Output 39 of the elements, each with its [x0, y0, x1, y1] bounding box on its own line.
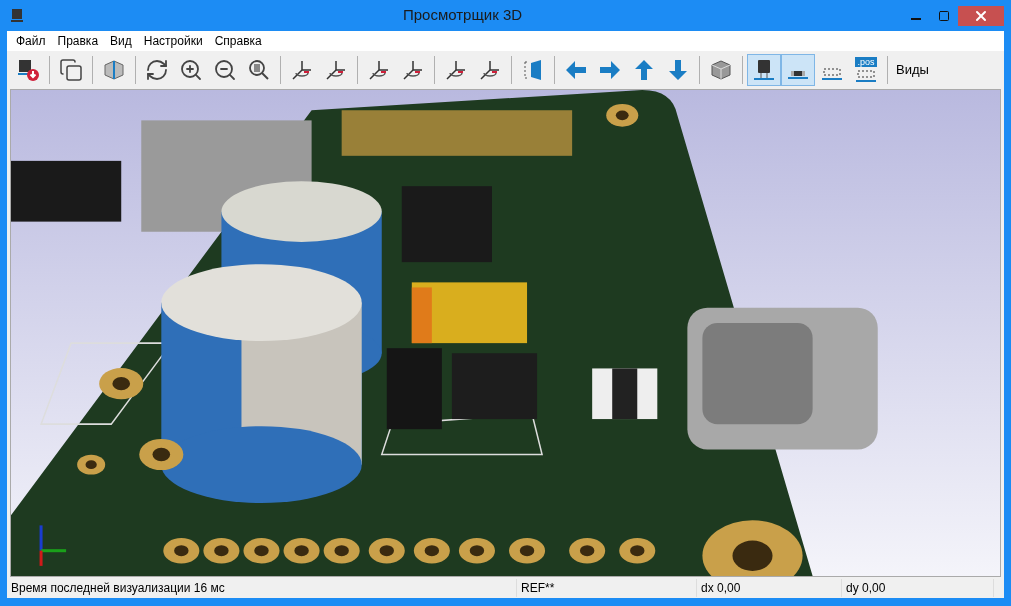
- zoom-out-icon: [213, 58, 237, 82]
- refresh-icon: [145, 58, 169, 82]
- copy-icon: [59, 58, 83, 82]
- status-field: Время последней визуализации 16 мс: [7, 578, 517, 597]
- menu-item[interactable]: Настройки: [138, 32, 208, 50]
- views-label: Виды: [895, 61, 930, 80]
- pos-tag: .pos: [855, 57, 877, 67]
- smd-component-icon: [786, 70, 810, 80]
- zoom-page-icon: [247, 58, 271, 82]
- rotate-axis-icon: [367, 58, 391, 82]
- toggle-button[interactable]: [781, 54, 815, 86]
- window-title: Просмотрщик 3D: [401, 5, 524, 26]
- zoom-in-icon: [179, 58, 203, 82]
- menu-item[interactable]: Файл: [11, 32, 51, 50]
- rotate-axis-icon: [478, 58, 502, 82]
- rotate-axis-icon: [290, 58, 314, 82]
- menu-item[interactable]: Справка: [209, 32, 267, 50]
- minimize-icon: [911, 17, 921, 20]
- maximize-icon: [938, 9, 950, 22]
- dashed-component-icon: [854, 67, 878, 83]
- menu-item[interactable]: Правка: [52, 32, 104, 50]
- tht-component-icon: [752, 58, 776, 82]
- rotate-axis-icon: [401, 58, 425, 82]
- arrow-icon: [598, 58, 622, 82]
- toggle-button[interactable]: .pos: [849, 54, 883, 86]
- cube-icon: [709, 58, 733, 82]
- status-field: REF**: [517, 578, 697, 597]
- close-button[interactable]: [958, 5, 1004, 26]
- toggle-button[interactable]: [747, 54, 781, 86]
- rotate-axis-icon: [444, 58, 468, 82]
- board-export-icon: [16, 58, 40, 82]
- app-icon: [11, 7, 23, 24]
- cube-icon: [102, 58, 126, 82]
- status-field: dy 0,00: [842, 578, 994, 597]
- status-field: dx 0,00: [697, 578, 842, 597]
- virtual-component-icon: [820, 68, 844, 80]
- menu-item[interactable]: Вид: [105, 32, 137, 50]
- pcb-3d-render-drawing[interactable]: [11, 90, 1000, 576]
- rotate-axis-icon: [324, 58, 348, 82]
